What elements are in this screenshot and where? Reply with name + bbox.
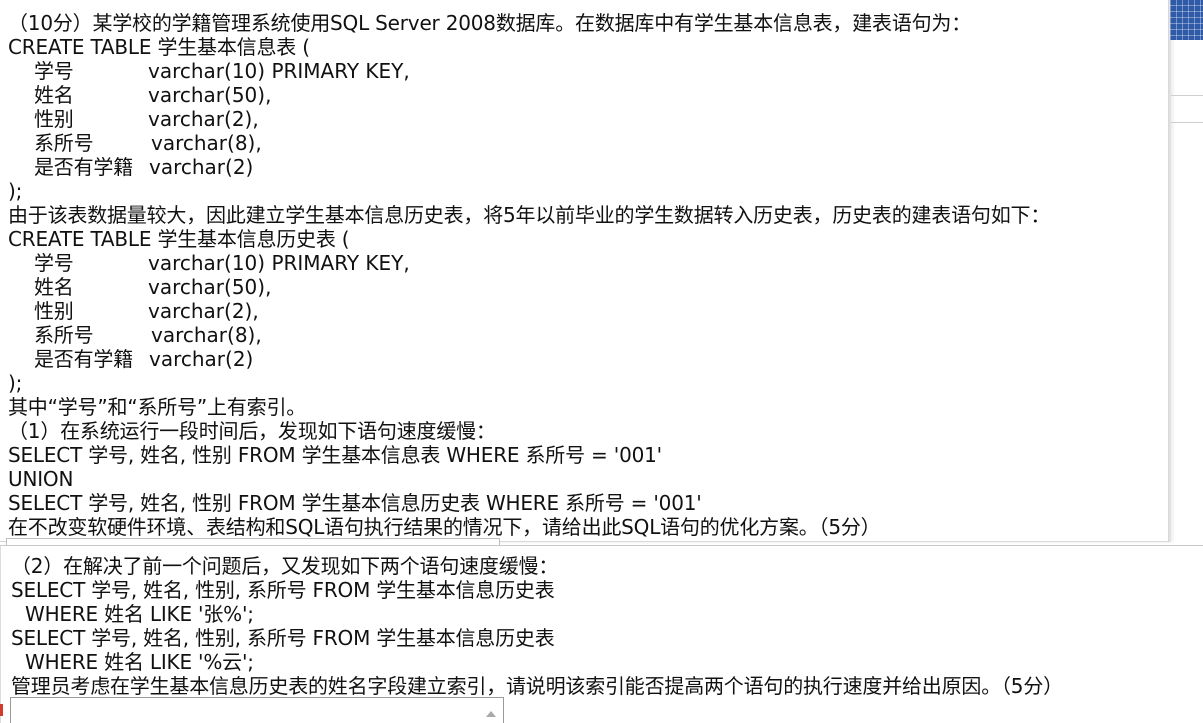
answer-input-1[interactable]	[6, 538, 500, 545]
table1-close: );	[8, 179, 23, 203]
part2-sql-line: SELECT 学号, 姓名, 性别, 系所号 FROM 学生基本信息历史表	[11, 578, 555, 602]
table1-col-name: 系所号	[34, 131, 94, 155]
table2-col-type: varchar(2)	[149, 347, 254, 371]
divider	[1171, 122, 1203, 123]
table2-header: CREATE TABLE 学生基本信息历史表 (	[8, 227, 350, 251]
page: （10分）某学校的学籍管理系统使用SQL Server 2008数据库。在数据库…	[0, 0, 1203, 723]
answer-input-2[interactable]	[10, 697, 504, 723]
table2-col-type: varchar(8),	[151, 323, 262, 347]
table1-col-type: varchar(8),	[151, 131, 262, 155]
table1-col-type: varchar(2),	[148, 107, 259, 131]
table1-col-name: 性别	[34, 107, 74, 131]
table2-col-type: varchar(10) PRIMARY KEY,	[148, 251, 410, 275]
marker-icon	[0, 704, 3, 716]
table1-col-name: 学号	[34, 59, 74, 83]
part2-sql-where: WHERE 姓名 LIKE '张%';	[25, 602, 254, 626]
history-intro: 由于该表数据量较大，因此建立学生基本信息历史表，将5年以前毕业的学生数据转入历史…	[8, 203, 1051, 227]
table2-col-name: 学号	[34, 251, 74, 275]
table2-col-name: 姓名	[34, 275, 74, 299]
table1-col-type: varchar(50),	[148, 83, 272, 107]
part1-sql-union: UNION	[8, 467, 74, 491]
part2-sql-where: WHERE 姓名 LIKE '%云';	[25, 650, 254, 674]
part1-sql-line: SELECT 学号, 姓名, 性别 FROM 学生基本信息表 WHERE 系所号…	[8, 443, 662, 467]
part1-task: 在不改变软硬件环境、表结构和SQL语句执行结果的情况下，请给出此SQL语句的优化…	[8, 515, 881, 539]
table1-col-type: varchar(10) PRIMARY KEY,	[148, 59, 410, 83]
grid-icon	[1170, 0, 1203, 40]
index-note: 其中“学号”和“系所号”上有索引。	[8, 395, 307, 419]
table2-col-name: 是否有学籍	[34, 347, 133, 371]
table2-col-type: varchar(50),	[148, 275, 272, 299]
table1-col-type: varchar(2)	[149, 155, 254, 179]
scroll-up-arrow-icon[interactable]	[486, 711, 496, 717]
question-intro: （10分）某学校的学籍管理系统使用SQL Server 2008数据库。在数据库…	[8, 11, 972, 35]
table2-col-type: varchar(2),	[148, 299, 259, 323]
question-card: （10分）某学校的学籍管理系统使用SQL Server 2008数据库。在数据库…	[0, 0, 1169, 542]
divider	[1171, 95, 1203, 96]
part2-sql-line: SELECT 学号, 姓名, 性别, 系所号 FROM 学生基本信息历史表	[11, 626, 555, 650]
part2-task: 管理员考虑在学生基本信息历史表的姓名字段建立索引，请说明该索引能否提高两个语句的…	[11, 674, 1063, 698]
part1-prompt: （1）在系统运行一段时间后，发现如下语句速度缓慢：	[8, 419, 496, 443]
table2-col-name: 性别	[34, 299, 74, 323]
part2-prompt: （2）在解决了前一个问题后，又发现如下两个语句速度缓慢：	[11, 554, 559, 578]
table1-header: CREATE TABLE 学生基本信息表 (	[8, 35, 310, 59]
table2-col-name: 系所号	[34, 323, 94, 347]
table1-col-name: 姓名	[34, 83, 74, 107]
part1-sql-line: SELECT 学号, 姓名, 性别 FROM 学生基本信息历史表 WHERE 系…	[8, 491, 702, 515]
table1-col-name: 是否有学籍	[34, 155, 133, 179]
table2-close: );	[8, 371, 23, 395]
